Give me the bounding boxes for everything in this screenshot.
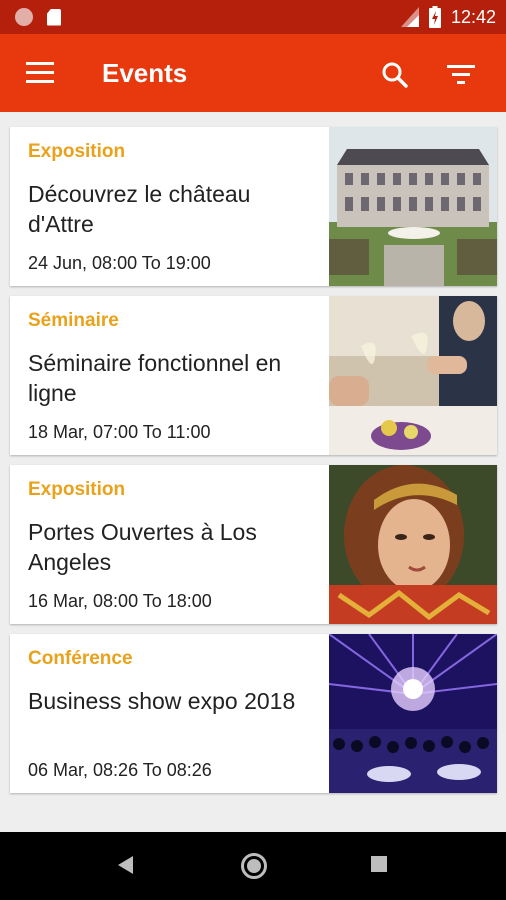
filter-icon[interactable] [447, 62, 475, 86]
status-bar: 12:42 [0, 0, 506, 34]
event-title: Découvrez le château d'Attre [28, 181, 251, 237]
toast-photo [329, 296, 497, 455]
event-time: 06 Mar, 08:26 To 08:26 [28, 760, 212, 780]
event-time: 24 Jun, 08:00 To 19:00 [28, 253, 211, 273]
event-title: Séminaire fonctionnel en ligne [28, 350, 282, 406]
event-list: Exposition Découvrez le château d'Attre … [10, 127, 497, 803]
search-icon[interactable] [380, 60, 410, 90]
notification-dot-icon [15, 8, 33, 26]
event-card[interactable]: Exposition Découvrez le château d'Attre … [10, 127, 497, 286]
concert-photo [329, 634, 497, 793]
event-category: Exposition [28, 141, 126, 162]
page-title: Events [102, 58, 188, 88]
event-category: Conférence [28, 648, 133, 669]
event-category: Séminaire [28, 310, 119, 331]
app-bar: Events [0, 34, 506, 112]
menu-icon[interactable] [26, 62, 54, 84]
home-icon[interactable] [241, 853, 267, 879]
back-icon[interactable] [118, 856, 133, 874]
event-card[interactable]: Conférence Business show expo 2018 06 Ma… [10, 634, 497, 793]
chateau-photo [329, 127, 497, 286]
battery-icon [428, 6, 441, 28]
event-title: Business show expo 2018 [28, 688, 296, 714]
signal-icon [400, 7, 419, 27]
clock: 12:42 [450, 6, 496, 27]
event-title: Portes Ouvertes à Los Angeles [28, 519, 257, 575]
recent-apps-icon[interactable] [371, 856, 387, 872]
sd-card-icon [47, 8, 61, 26]
system-nav-bar [0, 832, 506, 900]
event-card[interactable]: Exposition Portes Ouvertes à Los Angeles… [10, 465, 497, 624]
event-time: 18 Mar, 07:00 To 11:00 [28, 422, 211, 442]
event-category: Exposition [28, 479, 126, 500]
event-time: 16 Mar, 08:00 To 18:00 [28, 591, 212, 611]
painting-photo [329, 465, 497, 624]
event-card[interactable]: Séminaire Séminaire fonctionnel en ligne… [10, 296, 497, 455]
